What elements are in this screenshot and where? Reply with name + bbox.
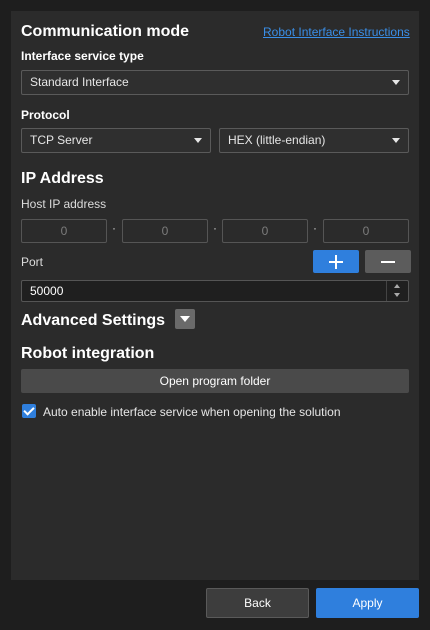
- advanced-settings-title: Advanced Settings: [21, 312, 166, 329]
- robot-interface-instructions-link[interactable]: Robot Interface Instructions: [263, 25, 410, 39]
- open-program-folder-button[interactable]: Open program folder: [21, 369, 409, 393]
- chevron-down-icon: [392, 80, 400, 85]
- ip-separator: ·: [213, 221, 217, 235]
- remove-button[interactable]: [365, 250, 411, 273]
- chevron-down-icon: [194, 138, 202, 143]
- port-input[interactable]: 50000: [21, 280, 409, 302]
- ip-separator: ·: [313, 221, 317, 235]
- host-ip-label: Host IP address: [21, 197, 107, 211]
- ip-octet-1-input[interactable]: 0: [21, 219, 107, 243]
- port-label: Port: [21, 255, 44, 269]
- stepper-up-icon[interactable]: [394, 284, 400, 288]
- byte-order-select[interactable]: HEX (little-endian): [219, 128, 409, 153]
- port-stepper[interactable]: [386, 281, 408, 301]
- interface-service-type-value: Standard Interface: [30, 75, 129, 89]
- robot-integration-title: Robot integration: [21, 345, 155, 362]
- add-button[interactable]: [313, 250, 359, 273]
- stepper-down-icon[interactable]: [394, 293, 400, 297]
- interface-service-type-label: Interface service type: [21, 49, 144, 63]
- ip-octet-2-input[interactable]: 0: [122, 219, 208, 243]
- port-value: 50000: [30, 284, 64, 298]
- chevron-down-icon: [392, 138, 400, 143]
- communication-mode-title: Communication mode: [21, 23, 190, 40]
- advanced-settings-expand-button[interactable]: [175, 309, 195, 329]
- ip-octet-3-input[interactable]: 0: [222, 219, 308, 243]
- ip-separator: ·: [112, 221, 116, 235]
- apply-button[interactable]: Apply: [316, 588, 419, 618]
- back-button[interactable]: Back: [206, 588, 309, 618]
- protocol-value: TCP Server: [30, 133, 93, 147]
- byte-order-value: HEX (little-endian): [228, 133, 326, 147]
- interface-service-type-select[interactable]: Standard Interface: [21, 70, 409, 95]
- protocol-label: Protocol: [21, 108, 70, 122]
- minus-icon: [381, 260, 395, 263]
- ip-address-title: IP Address: [21, 170, 104, 187]
- auto-enable-label: Auto enable interface service when openi…: [43, 405, 341, 419]
- ip-octet-4-input[interactable]: 0: [323, 219, 409, 243]
- plus-icon: [329, 254, 343, 269]
- protocol-select[interactable]: TCP Server: [21, 128, 211, 153]
- auto-enable-checkbox[interactable]: [22, 404, 36, 418]
